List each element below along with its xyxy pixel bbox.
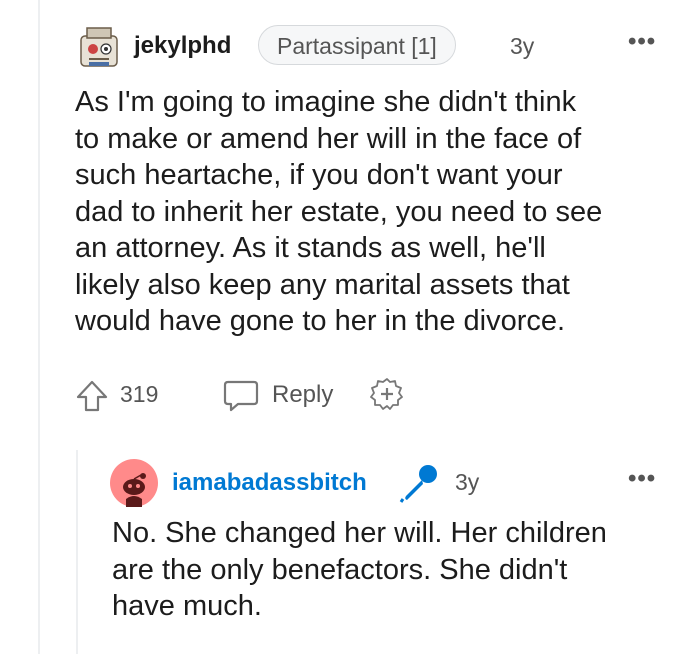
more-options-icon[interactable]: ••• (628, 465, 656, 493)
user-avatar-icon[interactable] (75, 22, 123, 70)
comment-line: would have gone to her in the divorce. (75, 305, 566, 337)
more-options-icon[interactable]: ••• (628, 28, 656, 56)
comment-line: an attorney. As it stands as well, he'll (75, 232, 546, 264)
reply-button[interactable]: Reply (222, 375, 352, 415)
comment-line: likely also keep any marital assets that (75, 268, 570, 301)
vote-count: 319 (120, 381, 159, 407)
snoo-avatar-icon[interactable] (110, 459, 158, 507)
comment-line: As I'm going to imagine she didn't think (75, 86, 577, 118)
user-flair: Partassipant [1] (258, 25, 456, 65)
comment-line: dad to inherit her estate, you need to s… (75, 195, 603, 228)
reply-line: No. She changed her will. Her children (112, 517, 607, 549)
reply-label: Reply (272, 381, 334, 408)
reply-body: No. She changed her will. Her children a… (112, 515, 692, 625)
reply-thread-line[interactable] (76, 450, 78, 654)
comment-line: to make or amend her will in the face of (75, 122, 582, 155)
microphone-icon (398, 463, 440, 503)
add-award-icon[interactable] (370, 377, 404, 411)
timestamp[interactable]: 3y (510, 33, 534, 60)
timestamp[interactable]: 3y (455, 469, 479, 496)
reply-line: have much. (112, 590, 262, 622)
username[interactable]: jekylphd (134, 32, 231, 60)
comment-body: As I'm going to imagine she didn't think… (75, 84, 685, 340)
username[interactable]: iamabadassbitch (172, 469, 367, 497)
reply-line: are the only benefactors. She didn't (112, 553, 568, 586)
thread-line[interactable] (38, 0, 40, 654)
comment-line: such heartache, if you don't want your (75, 159, 563, 191)
speech-bubble-icon (222, 378, 260, 414)
upvote-arrow-icon[interactable] (74, 378, 110, 414)
